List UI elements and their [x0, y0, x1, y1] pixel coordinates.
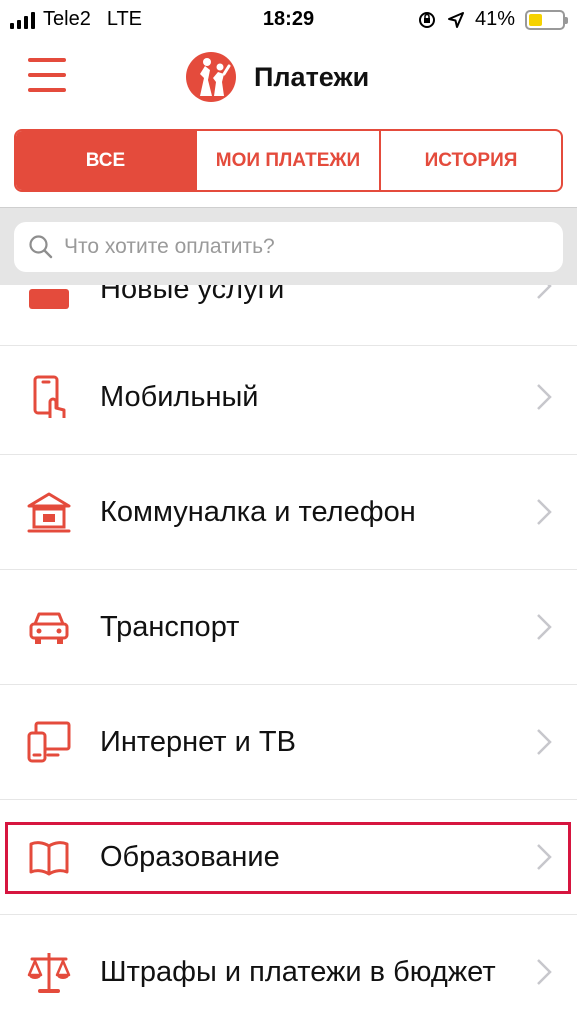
- status-bar: Tele2 LTE 18:29 41%: [0, 0, 577, 40]
- chevron-right-icon: [537, 959, 552, 985]
- chevron-right-icon: [537, 384, 552, 410]
- battery-fill: [529, 13, 543, 26]
- tab-all[interactable]: ВСЕ: [16, 131, 197, 190]
- category-label: Интернет и ТВ: [100, 725, 296, 758]
- chevron-right-icon: [537, 499, 552, 525]
- orientation-lock-icon: [418, 11, 435, 28]
- new-badge-icon: [29, 289, 69, 309]
- category-fines-budget[interactable]: Штрафы и платежи в бюджет: [0, 915, 577, 1024]
- search-icon: [29, 235, 53, 259]
- category-label: Мобильный: [100, 380, 259, 413]
- category-internet-tv[interactable]: Интернет и ТВ: [0, 685, 577, 800]
- status-right: 41%: [417, 8, 568, 31]
- chevron-right-icon: [537, 285, 552, 299]
- page-title: Платежи: [254, 62, 370, 92]
- category-education[interactable]: Образование: [0, 800, 577, 915]
- house-icon: [27, 492, 71, 533]
- category-label: Транспорт: [100, 610, 240, 643]
- chevron-right-icon: [537, 614, 552, 640]
- tab-my-payments[interactable]: МОИ ПЛАТЕЖИ: [197, 131, 381, 190]
- menu-icon[interactable]: [28, 58, 66, 92]
- chevron-right-icon: [537, 729, 552, 755]
- search-input[interactable]: [64, 235, 534, 259]
- category-utilities-phone[interactable]: Коммуналка и телефон: [0, 455, 577, 570]
- book-icon: [29, 841, 69, 876]
- payments-tabs: ВСЕ МОИ ПЛАТЕЖИ ИСТОРИЯ: [14, 129, 563, 192]
- scales-icon: [27, 953, 71, 993]
- search-bar: [0, 207, 577, 285]
- category-label: Коммуналка и телефон: [100, 495, 416, 528]
- search-box[interactable]: [14, 222, 563, 272]
- category-transport[interactable]: Транспорт: [0, 570, 577, 685]
- category-label: Штрафы и платежи в бюджет: [100, 955, 496, 988]
- category-new-services[interactable]: Новые услуги: [0, 285, 577, 346]
- battery-icon: [525, 9, 568, 30]
- category-mobile[interactable]: Мобильный: [0, 340, 577, 455]
- chevron-right-icon: [537, 844, 552, 870]
- app-header: Платежи: [0, 48, 577, 110]
- category-label: Новые услуги: [100, 285, 285, 305]
- category-label: Образование: [100, 840, 280, 873]
- category-list: Новые услуги Мобильный Коммуналка и теле…: [0, 285, 577, 1024]
- bank-logo: [186, 52, 236, 102]
- location-arrow-icon: [447, 11, 464, 28]
- tab-history[interactable]: ИСТОРИЯ: [381, 131, 561, 190]
- car-icon: [29, 612, 69, 644]
- internet-tv-icon: [27, 721, 71, 763]
- mobile-phone-icon: [33, 375, 66, 418]
- battery-percent: 41%: [474, 8, 515, 30]
